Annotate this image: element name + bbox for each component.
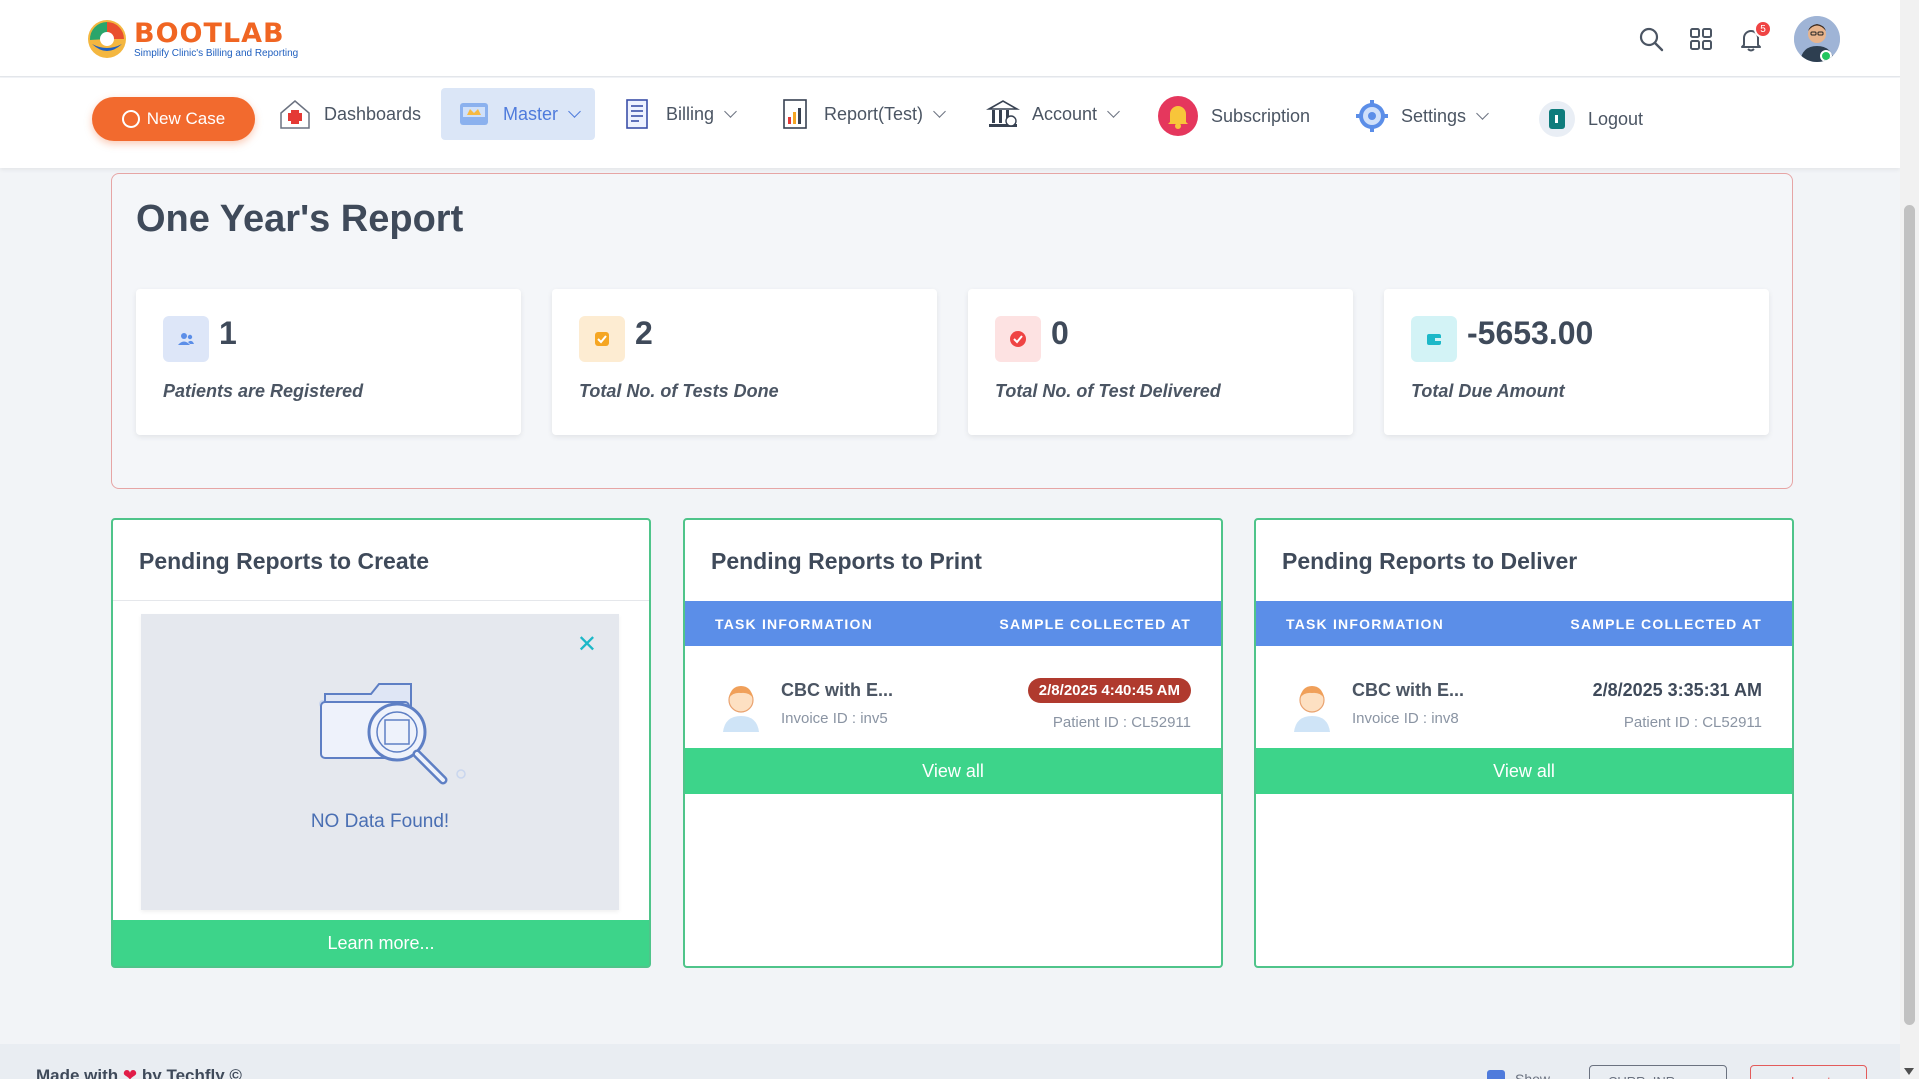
collected-at-badge: 2/8/2025 4:40:45 AM: [1027, 678, 1191, 703]
no-data-card: ✕ NO Data Found!: [141, 614, 619, 910]
currency-selector[interactable]: CURR: INR: [1589, 1065, 1727, 1079]
chevron-down-icon: [724, 105, 737, 118]
divider: [113, 600, 649, 601]
gear-icon: [1356, 100, 1388, 132]
search-icon[interactable]: [1636, 24, 1666, 54]
invoice-id: Invoice ID : inv5: [781, 710, 888, 727]
scroll-down-arrow-icon[interactable]: [1904, 1068, 1914, 1075]
users-icon: [163, 316, 209, 362]
panel-title: Pending Reports to Create: [139, 548, 430, 574]
stat-card-tests-delivered[interactable]: 0 Total No. of Test Delivered: [968, 289, 1353, 435]
online-status-dot: [1820, 50, 1832, 62]
user-avatar[interactable]: [1794, 16, 1840, 62]
view-all-button[interactable]: View all: [1256, 748, 1792, 794]
bell-icon[interactable]: 5: [1736, 20, 1772, 54]
nav-report-test[interactable]: Report(Test): [778, 88, 946, 140]
new-case-button[interactable]: New Case: [92, 97, 255, 141]
brand-logo[interactable]: BOOTLAB Simplify Clinic's Billing and Re…: [86, 18, 298, 60]
notification-badge: 5: [1754, 20, 1772, 38]
stat-value: -5653.00: [1467, 315, 1594, 351]
footer: Made with ❤ by Techfly © Show CURR: INR …: [0, 1044, 1900, 1079]
patient-id: Patient ID : CL52911: [1052, 714, 1191, 731]
chevron-down-icon: [1476, 107, 1489, 120]
folder-search-icon: [319, 683, 466, 785]
top-header: BOOTLAB Simplify Clinic's Billing and Re…: [0, 0, 1900, 77]
stat-label: Total No. of Test Delivered: [995, 381, 1221, 401]
checkbox-icon[interactable]: [1487, 1070, 1505, 1079]
nav-settings[interactable]: Settings: [1355, 90, 1489, 142]
page-scrollbar[interactable]: [1900, 0, 1919, 1079]
column-header: SAMPLE COLLECTED AT: [1570, 616, 1762, 632]
nav-logout[interactable]: Logout: [1538, 93, 1643, 145]
no-data-text: NO Data Found!: [310, 811, 450, 832]
nav-account[interactable]: Account: [986, 88, 1120, 140]
nav-subscription[interactable]: Subscription: [1157, 90, 1310, 142]
stat-value: 1: [219, 315, 237, 351]
stat-card-patients[interactable]: 1 Patients are Registered: [136, 289, 521, 435]
learn-more-button[interactable]: Learn more...: [113, 920, 649, 966]
patient-icon: [1294, 686, 1330, 732]
bank-icon: [986, 100, 1020, 127]
panel-title: Pending Reports to Deliver: [1282, 548, 1578, 574]
nav-master[interactable]: Master: [441, 88, 596, 140]
main-navbar: New Case Dashboards Master Billing Repor…: [0, 78, 1900, 168]
close-icon[interactable]: ✕: [577, 630, 597, 659]
table-row[interactable]: CBC with E... Invoice ID : inv8 2/8/2025…: [1256, 660, 1792, 740]
chevron-down-icon: [568, 105, 581, 118]
patient-id: Patient ID : CL52911: [1623, 714, 1762, 731]
chevron-down-icon: [1107, 105, 1120, 118]
stat-label: Total Due Amount: [1411, 381, 1565, 401]
invoice-id: Invoice ID : inv8: [1352, 710, 1459, 727]
footer-logout-button[interactable]: Logout: [1750, 1065, 1867, 1079]
stat-card-tests-done[interactable]: 2 Total No. of Tests Done: [552, 289, 937, 435]
report-icon: [783, 99, 807, 129]
footer-credit: Made with ❤ by Techfly ©: [36, 1066, 242, 1079]
hospital-icon: [280, 100, 310, 129]
scrollbar-thumb[interactable]: [1904, 205, 1915, 1025]
apps-grid-icon[interactable]: [1686, 24, 1716, 54]
clock-icon: [121, 110, 140, 128]
table-row[interactable]: CBC with E... Invoice ID : inv5 2/8/2025…: [685, 660, 1221, 740]
stat-value: 0: [1051, 315, 1069, 351]
check-circle-icon: [995, 316, 1041, 362]
logout-icon: [1539, 101, 1575, 137]
year-report-title: One Year's Report: [136, 198, 464, 240]
check-square-icon: [579, 316, 625, 362]
chevron-down-icon: [933, 105, 946, 118]
billing-icon: [626, 99, 648, 129]
logo-mark-icon: [86, 18, 128, 60]
task-name: CBC with E...: [1352, 680, 1464, 700]
master-icon: [460, 103, 488, 125]
one-year-report-section: One Year's Report 1 Patients are Registe…: [111, 173, 1793, 489]
new-case-label: New Case: [146, 109, 226, 128]
brand-name: BOOTLAB: [134, 17, 285, 49]
panel-pending-create: Pending Reports to Create ✕ NO Data Foun…: [111, 518, 651, 968]
stat-value: 2: [635, 315, 653, 351]
heart-icon: ❤: [122, 1066, 138, 1079]
bell-subscription-icon: [1158, 96, 1198, 136]
brand-tagline: Simplify Clinic's Billing and Reporting: [134, 47, 299, 59]
patient-icon: [723, 686, 759, 732]
collected-at: 2/8/2025 3:35:31 AM: [1592, 680, 1762, 700]
panel-pending-print: Pending Reports to Print TASK INFORMATIO…: [683, 518, 1223, 968]
wallet-icon: [1411, 316, 1457, 362]
stat-label: Patients are Registered: [163, 381, 364, 401]
table-header: TASK INFORMATION SAMPLE COLLECTED AT: [685, 601, 1221, 646]
column-header: TASK INFORMATION: [1286, 616, 1444, 632]
show-toggle[interactable]: Show: [1487, 1070, 1550, 1079]
panel-pending-deliver: Pending Reports to Deliver TASK INFORMAT…: [1254, 518, 1794, 968]
task-name: CBC with E...: [781, 680, 893, 700]
table-header: TASK INFORMATION SAMPLE COLLECTED AT: [1256, 601, 1792, 646]
nav-billing[interactable]: Billing: [620, 88, 737, 140]
stat-card-due-amount[interactable]: -5653.00 Total Due Amount: [1384, 289, 1769, 435]
column-header: TASK INFORMATION: [715, 616, 873, 632]
view-all-button[interactable]: View all: [685, 748, 1221, 794]
column-header: SAMPLE COLLECTED AT: [999, 616, 1191, 632]
nav-dashboards[interactable]: Dashboards: [278, 88, 421, 140]
panel-title: Pending Reports to Print: [711, 548, 982, 574]
stat-label: Total No. of Tests Done: [579, 381, 779, 401]
